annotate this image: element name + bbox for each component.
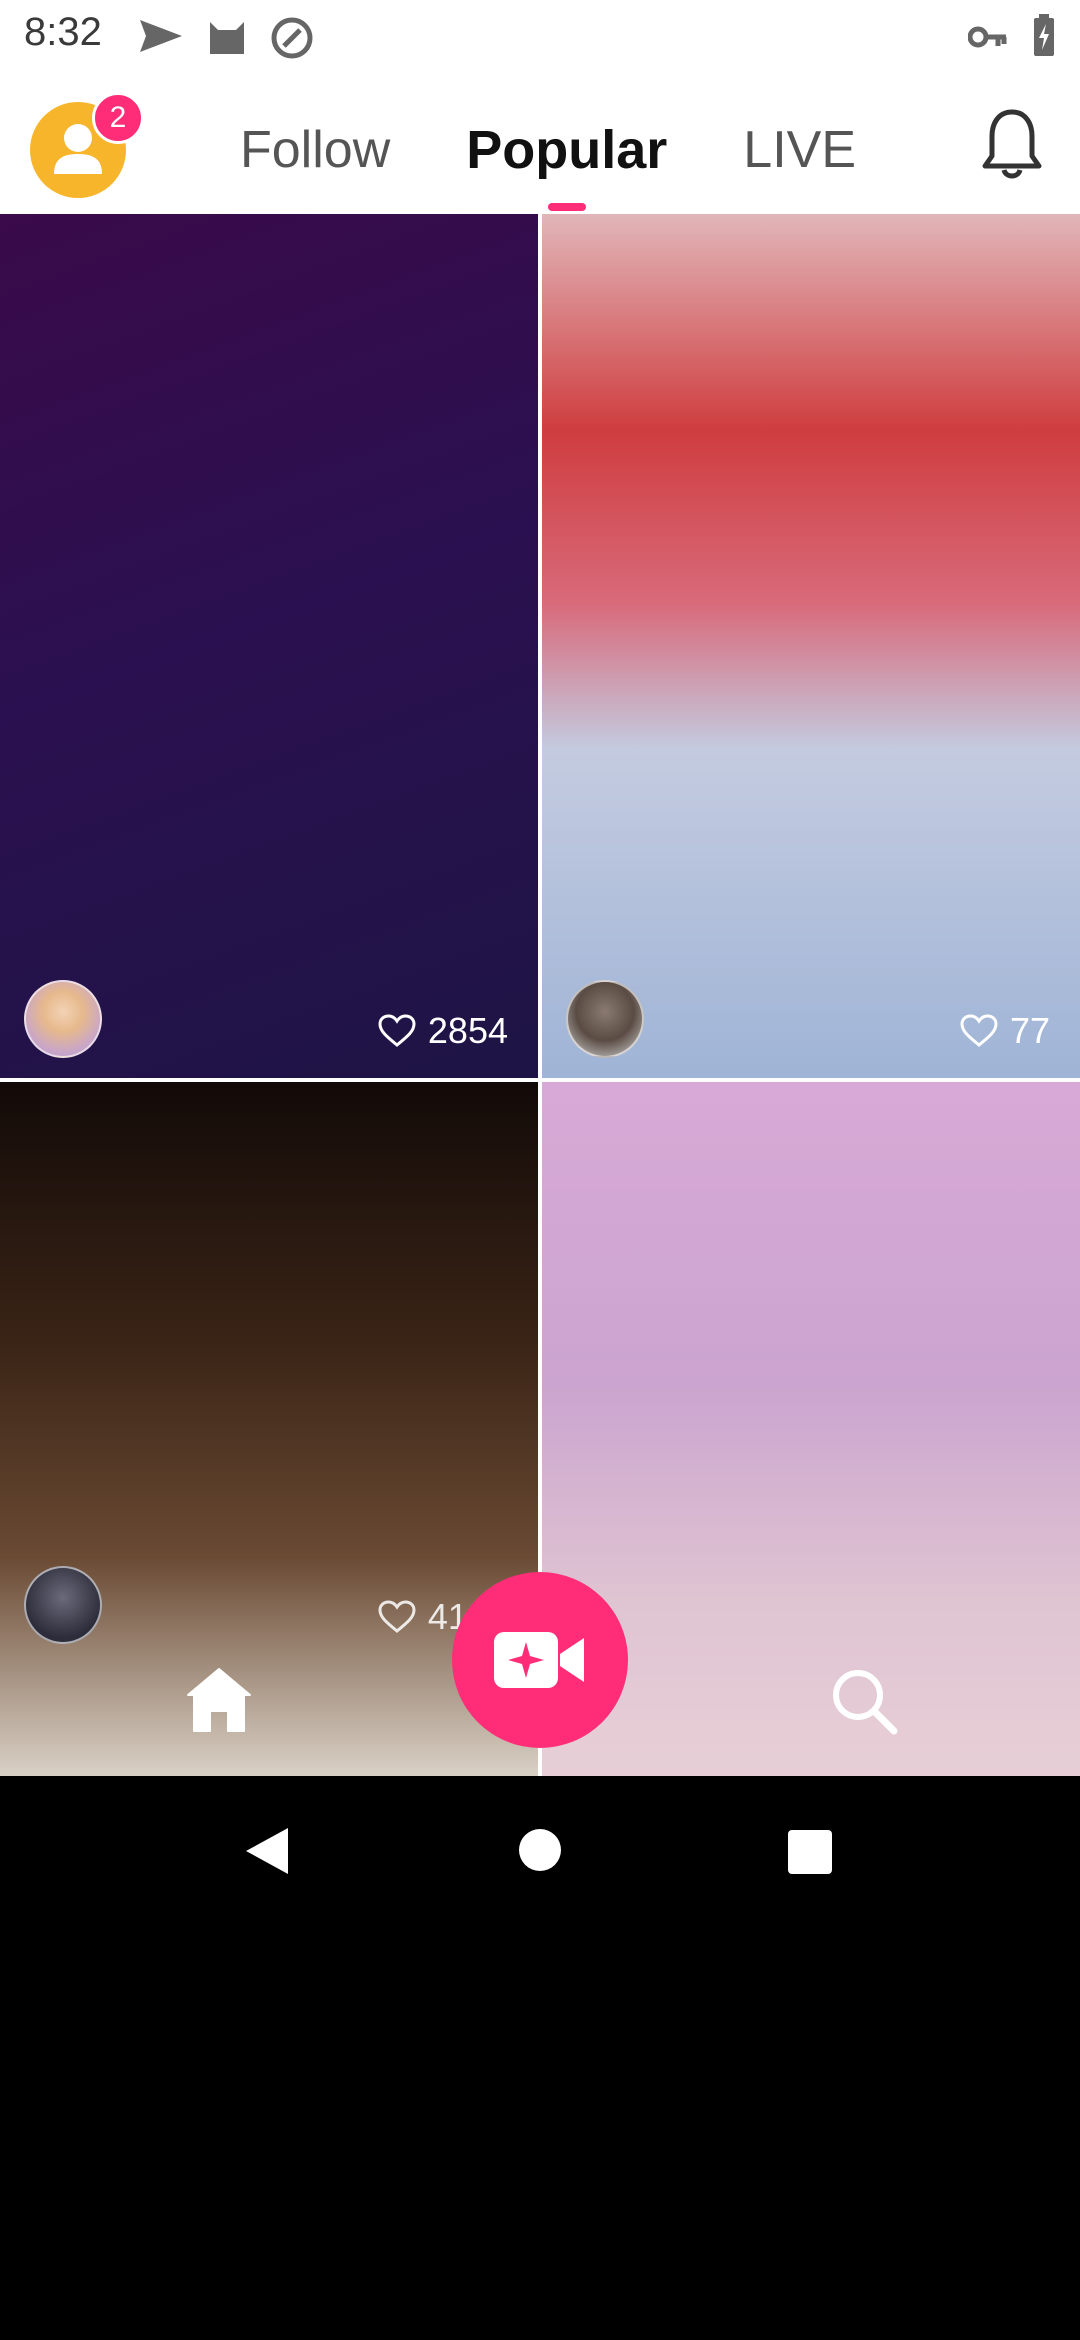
heart-icon xyxy=(960,1014,998,1047)
notification-count-badge: 2 xyxy=(92,92,144,144)
creator-avatar[interactable] xyxy=(24,980,102,1058)
record-video-button[interactable] xyxy=(452,1572,628,1748)
tab-live-label: LIVE xyxy=(743,121,857,179)
like-count: 2854 xyxy=(378,1010,508,1052)
bell-icon[interactable] xyxy=(980,106,1044,182)
active-tab-indicator xyxy=(547,203,586,211)
bottom-nav xyxy=(0,1550,1080,1776)
top-header: 2 Follow Popular LIVE xyxy=(0,72,1080,216)
tab-popular[interactable]: Popular xyxy=(466,119,668,211)
home-icon[interactable] xyxy=(184,1665,254,1735)
at-sign-icon xyxy=(271,17,313,59)
record-video-icon xyxy=(494,1632,584,1688)
tab-follow-label: Follow xyxy=(240,121,391,179)
home-circle-icon[interactable] xyxy=(518,1828,562,1872)
like-count: 77 xyxy=(960,1010,1050,1052)
video-grid: 2854 77 4192 xyxy=(0,214,1080,1776)
video-card[interactable]: 77 xyxy=(542,214,1080,1078)
send-icon xyxy=(140,20,182,52)
creator-avatar[interactable] xyxy=(566,980,644,1058)
like-count-value: 2854 xyxy=(427,1010,508,1051)
battery-charging-icon xyxy=(1034,14,1054,56)
cat-icon xyxy=(210,22,244,54)
feed-tabs: Follow Popular LIVE xyxy=(240,110,900,211)
app-screen: 8:32 2 Follow Popular LIVE 2854 77 xyxy=(0,0,1080,1776)
status-bar: 8:32 xyxy=(0,0,1080,72)
status-time: 8:32 xyxy=(24,10,102,54)
tab-follow[interactable]: Follow xyxy=(240,120,390,180)
heart-icon xyxy=(378,1014,416,1047)
tab-popular-label: Popular xyxy=(466,120,668,180)
back-icon[interactable] xyxy=(244,1826,290,1876)
search-icon[interactable] xyxy=(828,1665,900,1737)
system-nav-bar xyxy=(0,1776,1080,1922)
key-icon xyxy=(968,26,1007,48)
recents-icon[interactable] xyxy=(788,1830,832,1874)
tab-live[interactable]: LIVE xyxy=(743,120,856,180)
video-card[interactable]: 2854 xyxy=(0,214,538,1078)
like-count-value: 77 xyxy=(1009,1010,1050,1051)
